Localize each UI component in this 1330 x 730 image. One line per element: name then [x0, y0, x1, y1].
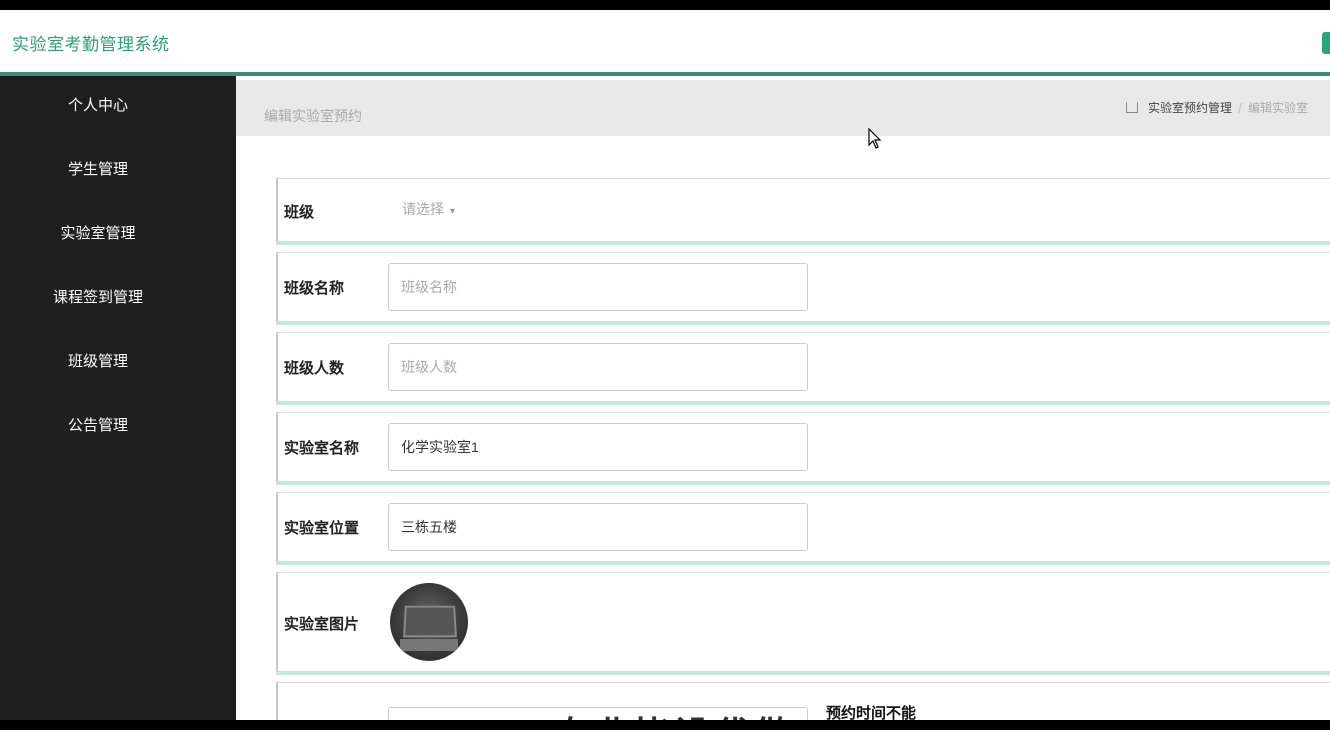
- chevron-down-icon: ▾: [450, 206, 456, 217]
- home-icon[interactable]: [1126, 102, 1138, 113]
- sidebar-item-classes[interactable]: 班级管理: [0, 350, 196, 371]
- breadcrumb-bar: 编辑实验室预约 实验室预约管理 / 编辑实验室: [236, 80, 1330, 136]
- lab-image-screen: [403, 605, 457, 638]
- breadcrumb: 实验室预约管理 / 编辑实验室: [1126, 99, 1308, 116]
- breadcrumb-separator: /: [1238, 101, 1243, 115]
- form-row-lab-name: 实验室名称: [276, 412, 1330, 482]
- page-title: 编辑实验室预约: [264, 109, 362, 125]
- sidebar-item-students[interactable]: 学生管理: [0, 158, 196, 179]
- class-size-input[interactable]: [388, 343, 808, 391]
- breadcrumb-item[interactable]: 实验室预约管理: [1148, 101, 1232, 115]
- sidebar-item-profile[interactable]: 个人中心: [0, 94, 196, 115]
- lab-location-input[interactable]: [388, 503, 808, 551]
- lab-name-input[interactable]: [388, 423, 808, 471]
- class-label: 班级: [284, 203, 315, 221]
- overlay-text: 专业毕设代做: [554, 706, 794, 720]
- form-row-class-name: 班级名称: [276, 252, 1330, 322]
- lab-image-label: 实验室图片: [284, 615, 360, 633]
- main-content: 编辑实验室预约 实验室预约管理/编辑实验室 班级 请选择▾ 班级名称 班级人数 …: [236, 76, 1330, 720]
- form-row-lab-location: 实验室位置: [276, 492, 1330, 562]
- class-select-placeholder: 请选择: [402, 202, 444, 218]
- class-size-label: 班级人数: [284, 359, 345, 377]
- app-title: 实验室考勤管理系统: [12, 35, 170, 55]
- top-black-bar: [0, 0, 1330, 10]
- form-row-class: 班级 请选择 ▾: [276, 178, 1330, 242]
- sidebar-item-checkin[interactable]: 课程签到管理: [0, 286, 196, 307]
- header-corner-icon[interactable]: [1322, 32, 1330, 54]
- class-name-label: 班级名称: [284, 279, 345, 297]
- sidebar-item-notices[interactable]: 公告管理: [0, 414, 196, 435]
- sidebar: 个人中心 学生管理 实验室管理 课程签到管理 班级管理 公告管理: [0, 76, 236, 720]
- sidebar-item-labs[interactable]: 实验室管理: [0, 222, 196, 243]
- lab-image[interactable]: [390, 583, 468, 661]
- form-row-partial: [276, 682, 1330, 720]
- breadcrumb-current: 编辑实验室: [1248, 101, 1309, 115]
- form-row-class-size: 班级人数: [276, 332, 1330, 402]
- lab-image-base: [400, 639, 458, 651]
- time-hint: 预约时间不能: [826, 704, 917, 720]
- lab-location-label: 实验室位置: [284, 519, 360, 537]
- lab-name-label: 实验室名称: [284, 439, 360, 457]
- class-select[interactable]: 请选择 ▾: [402, 199, 455, 219]
- bottom-black-bar: [0, 720, 1330, 730]
- class-name-input[interactable]: [388, 263, 808, 311]
- app-header: 实验室考勤管理系统: [0, 10, 1330, 74]
- form-row-lab-image: 实验室图片: [276, 572, 1330, 672]
